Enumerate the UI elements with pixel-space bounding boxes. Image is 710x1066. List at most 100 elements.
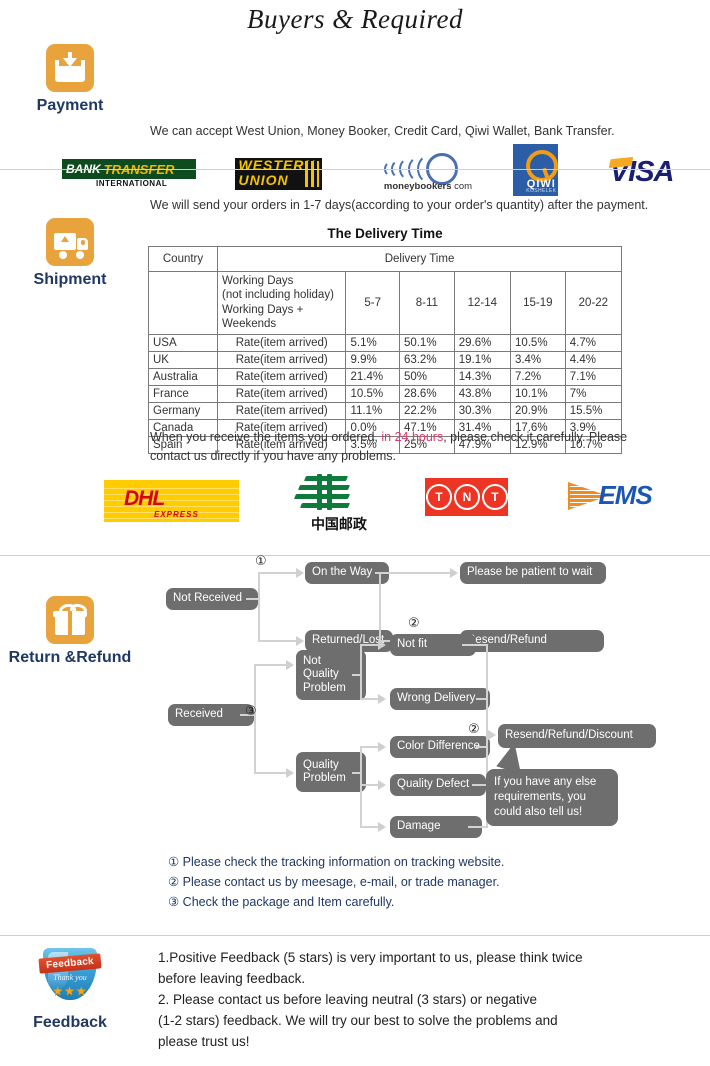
- shipment-label: Shipment: [33, 271, 107, 288]
- arrow-to-not-fit: [378, 640, 386, 650]
- cell-rate-4: 7%: [564, 384, 623, 403]
- line-otw-out: [375, 572, 455, 574]
- cell-rate-2: 43.8%: [453, 384, 511, 403]
- line-merge-a: [462, 644, 488, 646]
- feedback-line-4: (1-2 stars) feedback. We will try our be…: [158, 1012, 558, 1028]
- feedback-line-2: before leaving feedback.: [158, 970, 306, 986]
- line-qp-stem: [352, 772, 362, 774]
- cell-rate-0: 10.5%: [345, 384, 400, 403]
- feedback-shield-icon: Feedback Thank you ★★★: [38, 946, 102, 1012]
- callout-text: If you have any else requirements, you c…: [494, 776, 597, 818]
- cell-rate-2: 30.3%: [453, 401, 511, 420]
- dhl-logo: DHL EXPRESS: [104, 480, 239, 522]
- shield-thanks-text: Thank you: [53, 973, 87, 982]
- line-rc-vert: [254, 664, 256, 774]
- cell-rate-0: 5.1%: [345, 333, 400, 352]
- feedback-line-5: please trust us!: [158, 1033, 250, 1049]
- notice-highlight: in 24 hours: [381, 430, 444, 444]
- callout-extra-requirements: If you have any else requirements, you c…: [486, 739, 618, 826]
- cell-country: USA: [147, 333, 219, 352]
- cell-country: UK: [147, 350, 219, 369]
- table-subheader-row: Working Days (not including holiday) Wor…: [147, 271, 623, 335]
- notice-part1: When you receive the items you ordered,: [150, 430, 382, 444]
- section-return-refund: Return &Refund Not Received ① On the Way…: [0, 554, 710, 935]
- arrow-to-quality-defect: [378, 780, 386, 790]
- shipment-notice: When you receive the items you ordered, …: [150, 428, 630, 466]
- section-feedback: Feedback Thank you ★★★ Feedback 1.Positi…: [0, 935, 710, 1066]
- range-0: 5-7: [345, 271, 400, 335]
- cell-rate-4: 7.1%: [564, 367, 623, 386]
- inbox-download-icon: [46, 44, 94, 92]
- return-notes: ① Please check the tracking information …: [168, 852, 504, 912]
- header-delivery-time: Delivery Time: [217, 246, 622, 272]
- shield-stars: ★★★: [52, 984, 88, 998]
- return-flowchart: Not Received ① On the Way Returned/Lost …: [0, 554, 710, 846]
- cell-rate-2: 29.6%: [453, 333, 511, 352]
- payment-label: Payment: [36, 97, 104, 114]
- tnt-logo: T N T: [425, 478, 509, 516]
- dhl-express-label: EXPRESS: [154, 510, 199, 519]
- cell-rate-2: 14.3%: [453, 367, 511, 386]
- line-nq-stem: [352, 674, 362, 676]
- marker-3: ③: [245, 704, 257, 719]
- line-qp-vert: [360, 746, 362, 828]
- table-row: UK Rate(item arrived) 9.9% 63.2% 19.1% 3.4% 4.…: [147, 350, 623, 369]
- arrow-to-please-wait: [450, 568, 458, 578]
- arrow-to-wrong-delivery: [378, 694, 386, 704]
- table-row: USA Rate(item arrived) 5.1% 50.1% 29.6% 10.5%…: [147, 333, 623, 352]
- feedback-text-block: 1.Positive Feedback (5 stars) is very im…: [158, 948, 658, 1053]
- return-note-1: ① Please check the tracking information …: [168, 855, 505, 869]
- range-3: 15-19: [509, 271, 566, 335]
- node-resend-refund: Resend/Refund: [460, 630, 604, 652]
- cell-rate-3: 10.1%: [509, 384, 566, 403]
- arrow-to-damage: [378, 822, 386, 832]
- arrow-to-not-quality: [286, 660, 294, 670]
- cell-rate-3: 20.9%: [509, 401, 566, 420]
- china-post-logo: 中国邮政: [291, 474, 384, 533]
- node-color-difference: Color Difference: [390, 736, 490, 758]
- cell-rate-3: 10.5%: [509, 333, 566, 352]
- range-4: 20-22: [564, 271, 623, 335]
- node-not-received: Not Received: [166, 588, 258, 610]
- cell-rate-4: 15.5%: [564, 401, 623, 420]
- feedback-line-1: 1.Positive Feedback (5 stars) is very im…: [158, 950, 583, 965]
- cell-rate-1: 22.2%: [398, 401, 455, 420]
- cell-rate-4: 4.4%: [564, 350, 623, 369]
- cell-rate-label: Rate(item arrived): [217, 350, 347, 369]
- delivery-table: Country Delivery Time Working Days (not …: [147, 246, 623, 454]
- carrier-logos: DHL EXPRESS 中国邮政 T N T EMS: [104, 474, 684, 533]
- working-days-line2: (not including holiday): [222, 289, 334, 302]
- working-days-label: Working Days (not including holiday) Wor…: [217, 271, 347, 335]
- page-title-text: Buyers & Required: [247, 4, 463, 34]
- feedback-label: Feedback: [33, 1014, 107, 1031]
- section-payment: Payment We can accept West Union, Money …: [0, 38, 710, 196]
- cell-rate-3: 7.2%: [509, 367, 566, 386]
- subheader-blank: [147, 271, 219, 335]
- line-rl-vert: [379, 572, 381, 640]
- working-days-line1: Working Days: [222, 275, 294, 287]
- tnt-letter-t2: T: [481, 484, 508, 510]
- cell-country: Germany: [147, 401, 219, 420]
- arrow-to-quality-problem: [286, 768, 294, 778]
- range-1: 8-11: [398, 271, 455, 335]
- delivery-table-title: The Delivery Time: [327, 226, 443, 241]
- arrow-to-color-difference: [378, 742, 386, 752]
- cell-rate-0: 21.4%: [345, 367, 400, 386]
- shipment-intro: We will send your orders in 1-7 days(acc…: [150, 198, 649, 212]
- table-row: France Rate(item arrived) 10.5% 28.6% 43.8% 1…: [147, 384, 623, 403]
- cell-rate-2: 19.1%: [453, 350, 511, 369]
- tnt-letter-t1: T: [425, 484, 452, 510]
- cell-rate-1: 50.1%: [398, 333, 455, 352]
- arrow-to-resend-refund-discount: [488, 730, 496, 740]
- cell-rate-4: 4.7%: [564, 333, 623, 352]
- shield-ribbon-text: Feedback: [45, 955, 95, 972]
- cell-rate-label: Rate(item arrived): [217, 401, 347, 420]
- ems-logo: EMS: [568, 478, 684, 514]
- shipment-icon-column: Shipment: [0, 218, 140, 289]
- quality-problem-text: Quality Problem: [303, 758, 346, 784]
- cell-rate-1: 28.6%: [398, 384, 455, 403]
- payment-icon-column: Payment: [0, 44, 140, 115]
- payment-intro: We can accept West Union, Money Booker, …: [150, 124, 615, 138]
- dhl-wordmark: DHL: [124, 487, 165, 510]
- table-row: Australia Rate(item arrived) 21.4% 50% 14.3%…: [147, 367, 623, 386]
